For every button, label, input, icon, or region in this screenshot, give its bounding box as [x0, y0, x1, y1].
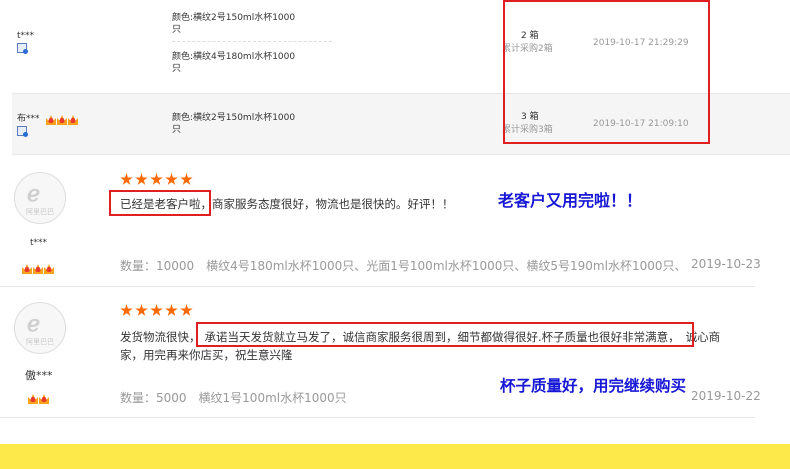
annotation-text: 老客户又用完啦！！ — [498, 191, 643, 210]
divider — [12, 154, 790, 155]
star-icon — [150, 173, 163, 185]
crown-icon — [57, 115, 67, 125]
verified-badge-icon — [17, 126, 28, 137]
star-icon — [165, 173, 178, 185]
review-date: 2019-10-23 — [691, 257, 761, 271]
spec-line: 颜色:横纹4号180ml水杯1000 — [172, 52, 296, 62]
review-meta: 数量：10000 横纹4号180ml水杯1000只、光面1号100ml水杯100… — [120, 259, 680, 273]
star-icon — [120, 173, 133, 185]
star-icon — [120, 304, 133, 316]
highlight-box — [503, 0, 710, 144]
star-icon — [180, 173, 193, 185]
reviewer-name: t*** — [30, 238, 48, 248]
spec-line: 只 — [172, 125, 182, 135]
annotation-text: 杯子质量好，用完继续购买 — [500, 376, 687, 395]
crown-icon — [28, 394, 38, 404]
crown-icon — [33, 264, 43, 274]
rating-stars — [120, 171, 195, 190]
highlight-box — [109, 190, 211, 216]
review-meta: 数量：5000 横纹1号100ml水杯1000只 — [120, 391, 347, 405]
crown-icon — [22, 264, 32, 274]
alibaba-logo-icon: ℯ — [27, 311, 41, 337]
footer-band — [0, 444, 790, 469]
crown-icon — [44, 264, 54, 274]
reviewer-name: 傲*** — [25, 369, 53, 382]
spec-line: 只 — [172, 64, 182, 74]
buyer-name: t*** — [17, 31, 35, 41]
spec-line: 只 — [172, 25, 182, 35]
avatar: ℯ 阿里巴巴 — [14, 172, 66, 224]
star-icon — [150, 304, 163, 316]
star-icon — [135, 173, 148, 185]
review-date: 2019-10-22 — [691, 389, 761, 403]
star-icon — [180, 304, 193, 316]
buyer-level — [46, 110, 79, 129]
reviewer-level — [28, 389, 50, 408]
divider — [0, 417, 755, 418]
star-icon — [135, 304, 148, 316]
review-text-line2: 家，用完再来你店买，祝生意兴隆 — [120, 348, 293, 362]
reviewer-level — [22, 259, 55, 278]
rating-stars — [120, 302, 195, 321]
verified-badge-icon — [17, 43, 28, 54]
avatar-brand: 阿里巴巴 — [26, 338, 54, 346]
alibaba-logo-icon: ℯ — [27, 181, 41, 207]
crown-icon — [39, 394, 49, 404]
avatar: ℯ 阿里巴巴 — [14, 302, 66, 354]
crown-icon — [46, 115, 56, 125]
divider — [0, 286, 755, 287]
avatar-brand: 阿里巴巴 — [26, 208, 54, 216]
buyer-name: 布*** — [17, 114, 40, 124]
crown-icon — [68, 115, 78, 125]
spec-line: 颜色:横纹2号150ml水杯1000 — [172, 13, 296, 23]
spec-divider — [172, 41, 332, 43]
review-rest: ，商家服务态度很好，物流也是很快的。好评！！ — [200, 197, 454, 211]
review-pre: 发货物流很快， — [120, 330, 201, 344]
highlight-box — [196, 322, 694, 347]
spec-line: 颜色:横纹2号150ml水杯1000 — [172, 113, 296, 123]
star-icon — [165, 304, 178, 316]
